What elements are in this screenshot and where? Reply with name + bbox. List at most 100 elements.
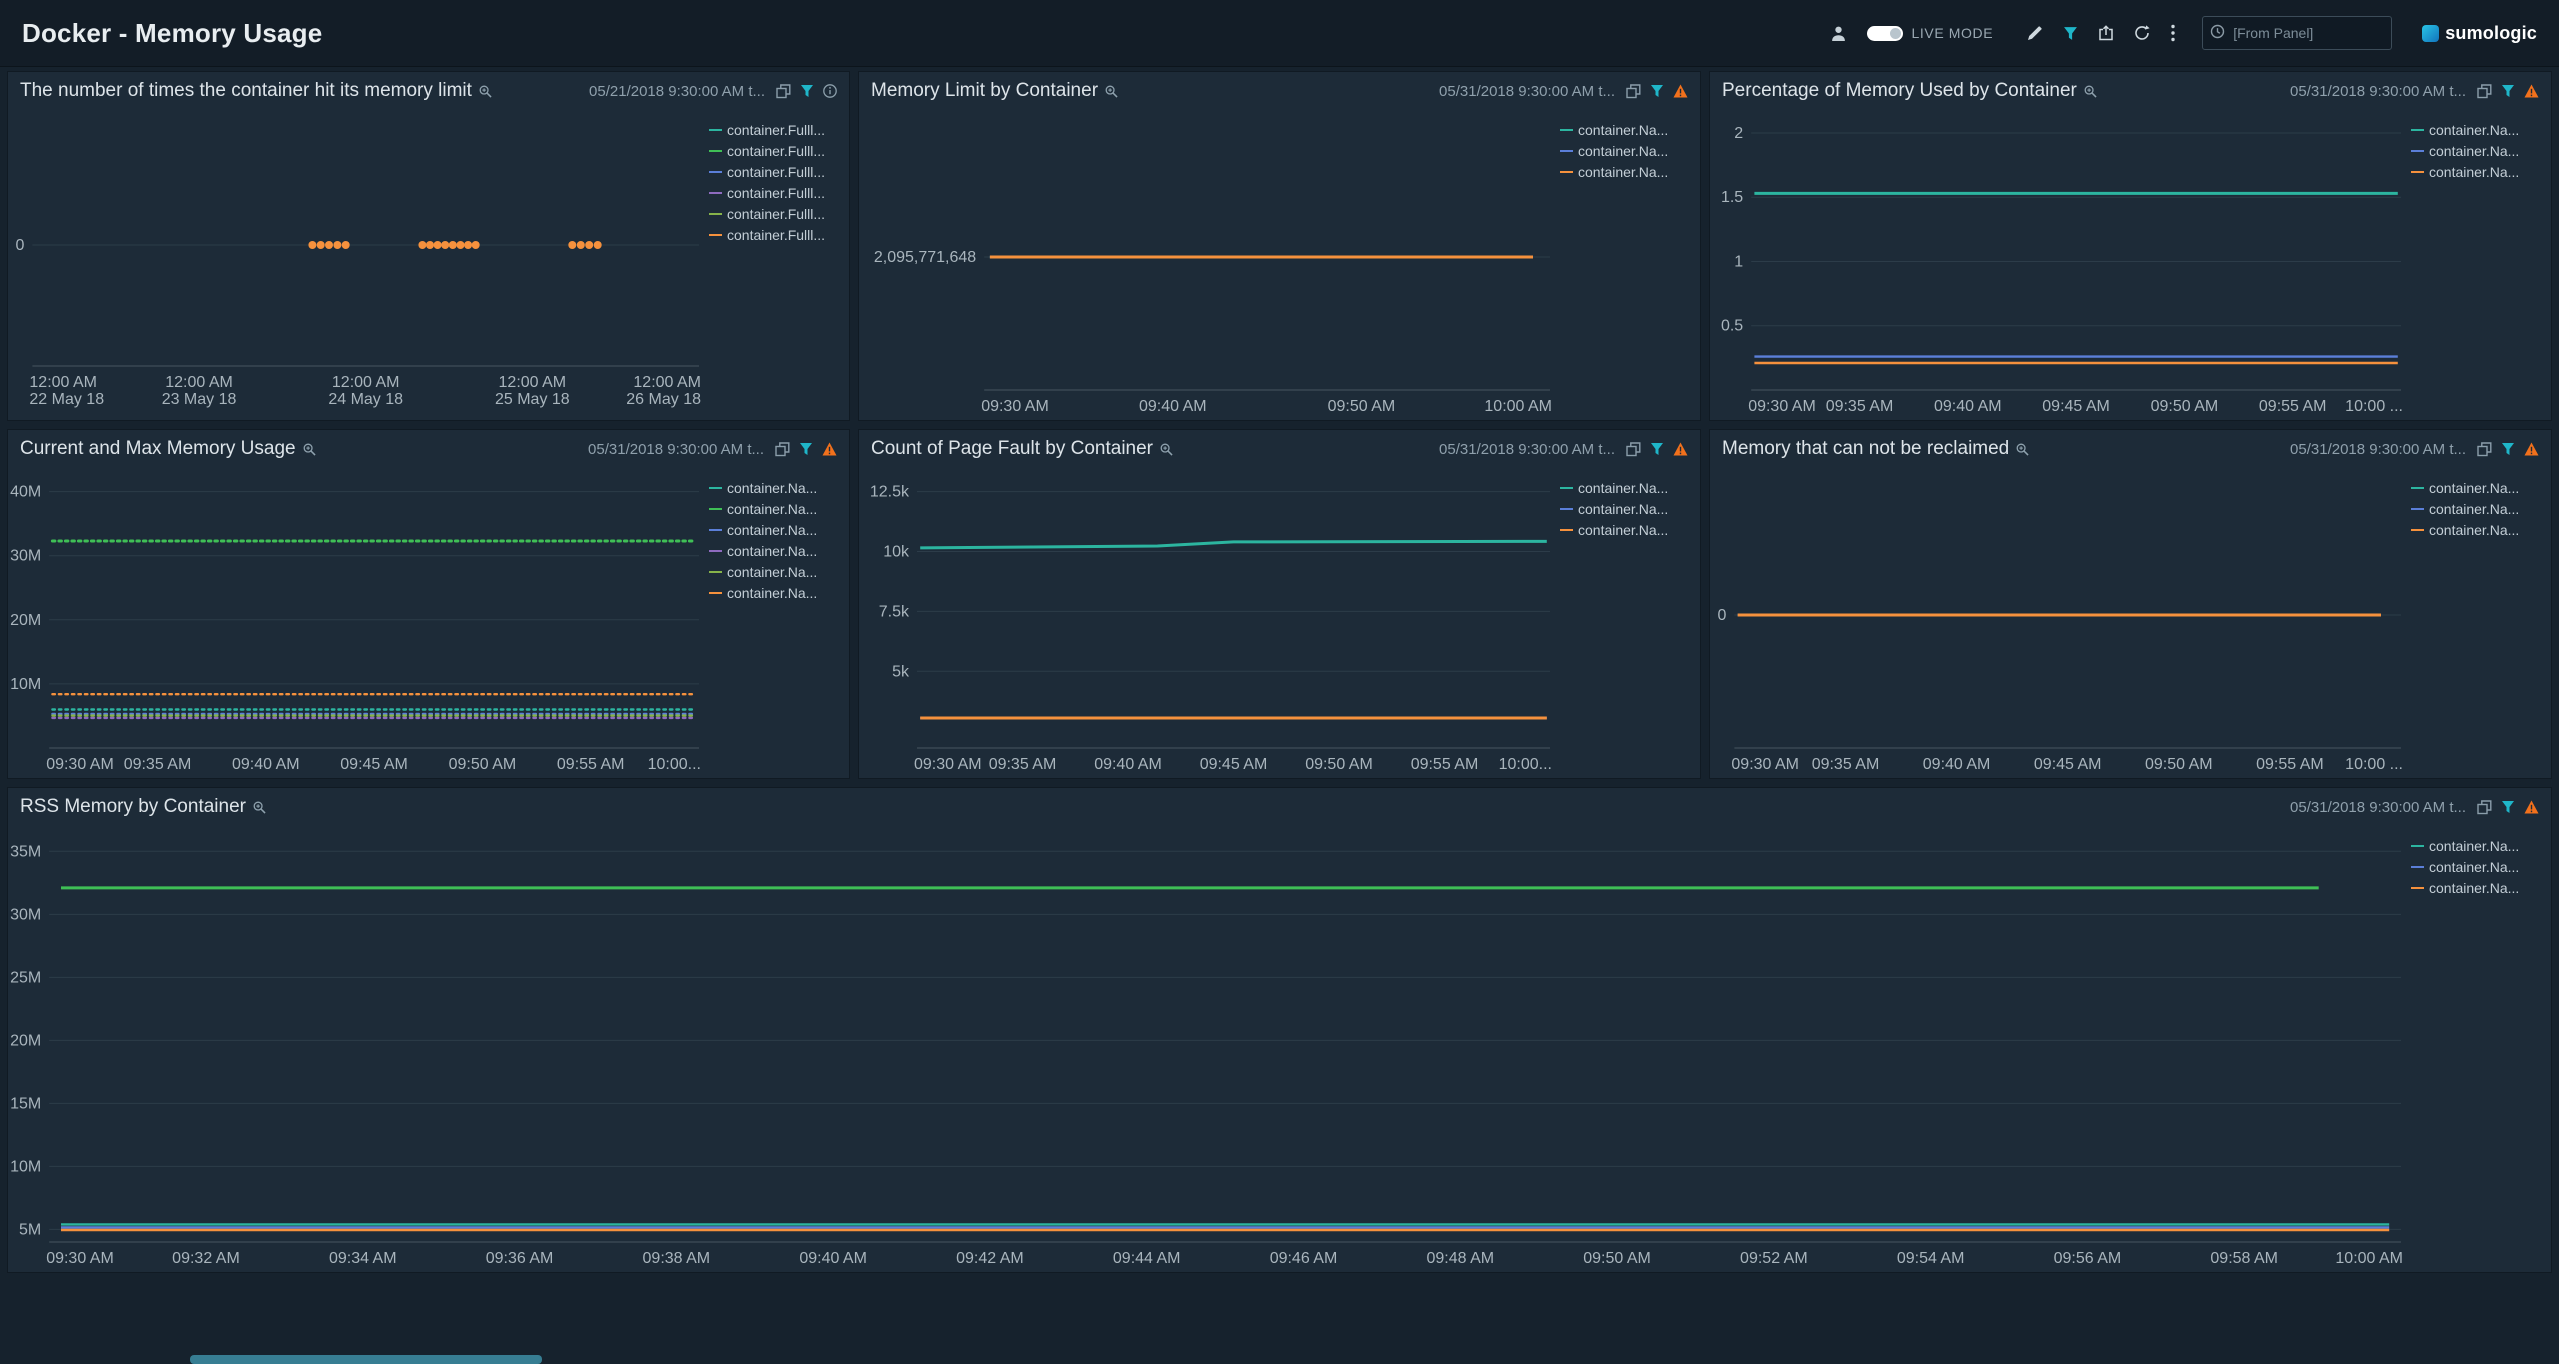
legend-item[interactable]: container.Fulll... [709, 143, 841, 159]
legend-item[interactable]: container.Fulll... [709, 185, 841, 201]
zoom-in-icon[interactable] [479, 85, 492, 98]
chart-page-fault-count[interactable]: 5k7.5k10k12.5k09:30 AM09:35 AM09:40 AM09… [859, 468, 1560, 778]
legend-item[interactable]: container.Na... [2411, 122, 2543, 138]
legend-label: container.Fulll... [727, 185, 825, 201]
chart-memory-limit-hits[interactable]: 012:00 AM22 May 1812:00 AM23 May 1812:00… [8, 110, 709, 420]
filter-icon[interactable] [2063, 26, 2078, 41]
legend-item[interactable]: container.Na... [709, 543, 841, 559]
panel-title: Memory Limit by Container [871, 80, 1098, 102]
legend-swatch [709, 129, 722, 131]
kebab-menu-icon[interactable] [2170, 24, 2176, 42]
dashboard-grid: The number of times the container hit it… [8, 72, 2551, 1272]
legend-swatch [1560, 508, 1573, 510]
svg-text:09:34 AM: 09:34 AM [329, 1250, 397, 1267]
legend-item[interactable]: container.Fulll... [709, 206, 841, 222]
svg-text:09:40 AM: 09:40 AM [1934, 398, 2002, 415]
svg-text:09:42 AM: 09:42 AM [956, 1250, 1024, 1267]
svg-text:7.5k: 7.5k [879, 603, 910, 620]
panels-icon[interactable] [776, 84, 791, 99]
panels-icon[interactable] [2477, 442, 2492, 457]
zoom-in-icon[interactable] [1160, 443, 1173, 456]
legend-item[interactable]: container.Na... [709, 480, 841, 496]
legend-swatch [2411, 529, 2424, 531]
chart-memory-not-reclaimed[interactable]: 009:30 AM09:35 AM09:40 AM09:45 AM09:50 A… [1710, 468, 2411, 778]
legend-item[interactable]: container.Na... [1560, 122, 1692, 138]
chart-memory-limit-by-container[interactable]: 2,095,771,64809:30 AM09:40 AM09:50 AM10:… [859, 110, 1560, 420]
svg-text:15M: 15M [10, 1095, 41, 1112]
panels-icon[interactable] [2477, 800, 2492, 815]
warning-icon[interactable] [2524, 800, 2539, 814]
zoom-in-icon[interactable] [2084, 85, 2097, 98]
warning-icon[interactable] [1673, 442, 1688, 456]
legend-item[interactable]: container.Na... [1560, 480, 1692, 496]
time-range-input[interactable] [2202, 16, 2392, 50]
chart-current-max-memory[interactable]: 10M20M30M40M09:30 AM09:35 AM09:40 AM09:4… [8, 468, 709, 778]
warning-icon[interactable] [2524, 84, 2539, 98]
filter-icon[interactable] [2501, 800, 2515, 814]
svg-text:12:00 AM24 May 18: 12:00 AM24 May 18 [328, 374, 403, 408]
svg-text:09:50 AM: 09:50 AM [2145, 756, 2213, 773]
zoom-in-icon[interactable] [2016, 443, 2029, 456]
legend-swatch [709, 150, 722, 152]
legend-item[interactable]: container.Na... [709, 501, 841, 517]
legend-item[interactable]: container.Na... [2411, 501, 2543, 517]
legend-item[interactable]: container.Na... [2411, 522, 2543, 538]
warning-icon[interactable] [2524, 442, 2539, 456]
zoom-in-icon[interactable] [253, 801, 266, 814]
user-icon[interactable] [1830, 25, 1847, 42]
panel-timestamp: 05/21/2018 9:30:00 AM t... [589, 83, 765, 100]
svg-text:09:56 AM: 09:56 AM [2054, 1250, 2122, 1267]
legend-swatch [1560, 171, 1573, 173]
info-icon[interactable] [823, 84, 837, 98]
panel-page-fault-count: Count of Page Fault by Container 05/31/2… [859, 430, 1700, 778]
warning-icon[interactable] [822, 442, 837, 456]
legend-item[interactable]: container.Na... [1560, 522, 1692, 538]
filter-icon[interactable] [1650, 84, 1664, 98]
clock-icon [2210, 24, 2225, 44]
legend-item[interactable]: container.Na... [2411, 143, 2543, 159]
legend-item[interactable]: container.Na... [1560, 501, 1692, 517]
filter-icon[interactable] [1650, 442, 1664, 456]
refresh-icon[interactable] [2134, 25, 2150, 41]
warning-icon[interactable] [1673, 84, 1688, 98]
panel-rss-memory: RSS Memory by Container 05/31/2018 9:30:… [8, 788, 2551, 1272]
live-mode-toggle[interactable] [1867, 26, 1903, 41]
zoom-in-icon[interactable] [1105, 85, 1118, 98]
legend-item[interactable]: container.Fulll... [709, 227, 841, 243]
horizontal-scrollbar-thumb[interactable] [190, 1355, 542, 1364]
filter-icon[interactable] [2501, 84, 2515, 98]
legend-item[interactable]: container.Na... [2411, 880, 2543, 896]
edit-icon[interactable] [2027, 25, 2043, 41]
legend-item[interactable]: container.Na... [709, 522, 841, 538]
legend-item[interactable]: container.Na... [2411, 838, 2543, 854]
legend-label: container.Na... [2429, 480, 2519, 496]
legend-label: container.Fulll... [727, 227, 825, 243]
legend-label: container.Na... [2429, 522, 2519, 538]
legend-item[interactable]: container.Na... [2411, 859, 2543, 875]
panel-title: Current and Max Memory Usage [20, 438, 296, 460]
panel-memory-limit-hits: The number of times the container hit it… [8, 72, 849, 420]
filter-icon[interactable] [2501, 442, 2515, 456]
legend-item[interactable]: container.Fulll... [709, 122, 841, 138]
filter-icon[interactable] [800, 84, 814, 98]
legend-label: container.Na... [2429, 859, 2519, 875]
svg-text:09:58 AM: 09:58 AM [2210, 1250, 2278, 1267]
panels-icon[interactable] [775, 442, 790, 457]
legend-item[interactable]: container.Na... [1560, 164, 1692, 180]
legend-item[interactable]: container.Fulll... [709, 164, 841, 180]
panels-icon[interactable] [1626, 442, 1641, 457]
chart-percentage-memory-used[interactable]: 0.511.5209:30 AM09:35 AM09:40 AM09:45 AM… [1710, 110, 2411, 420]
zoom-in-icon[interactable] [303, 443, 316, 456]
legend-item[interactable]: container.Na... [2411, 480, 2543, 496]
panels-icon[interactable] [2477, 84, 2492, 99]
legend-item[interactable]: container.Na... [709, 564, 841, 580]
panels-icon[interactable] [1626, 84, 1641, 99]
filter-icon[interactable] [799, 442, 813, 456]
panel-header: Memory Limit by Container 05/31/2018 9:3… [859, 72, 1700, 110]
legend-item[interactable]: container.Na... [2411, 164, 2543, 180]
share-icon[interactable] [2098, 25, 2114, 41]
chart-rss-memory[interactable]: 5M10M15M20M25M30M35M09:30 AM09:32 AM09:3… [8, 826, 2411, 1272]
panel-header: Current and Max Memory Usage 05/31/2018 … [8, 430, 849, 468]
legend-item[interactable]: container.Na... [709, 585, 841, 601]
legend-item[interactable]: container.Na... [1560, 143, 1692, 159]
